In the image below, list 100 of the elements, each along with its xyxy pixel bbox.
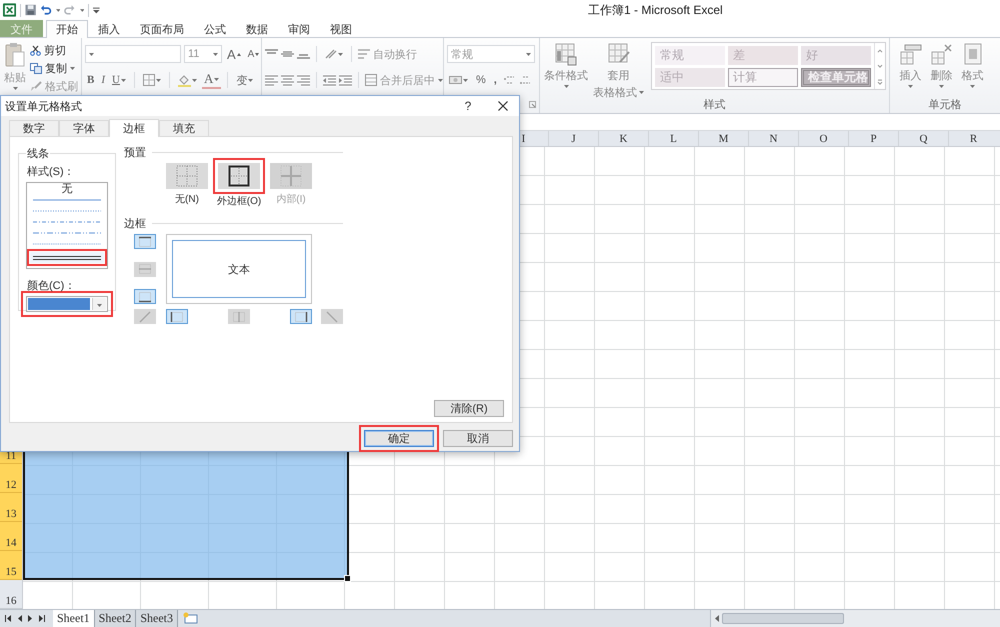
percent-button[interactable]: % (474, 71, 488, 89)
caret-icon (192, 78, 197, 82)
dash-dot-line-icon (33, 232, 101, 234)
row-header[interactable]: 14 (0, 522, 22, 551)
phonetic-button[interactable]: 变 (234, 71, 256, 89)
line-color-dropdown[interactable] (26, 296, 108, 312)
bottom-border-icon (137, 290, 153, 302)
border-toggle-button[interactable] (290, 309, 312, 324)
dialog-tab[interactable]: 字体 (59, 120, 109, 136)
column-header[interactable]: O (798, 131, 848, 146)
row-header[interactable]: 15 (0, 551, 22, 580)
section-label: 预置 (124, 146, 146, 160)
column-header[interactable]: K (598, 131, 648, 146)
undo-icon[interactable] (40, 4, 52, 16)
font-name-field[interactable] (85, 45, 181, 63)
copy-button[interactable]: 复制 (30, 60, 78, 77)
redo-icon[interactable] (64, 4, 76, 16)
save-icon[interactable] (25, 4, 36, 16)
caret-icon (639, 91, 644, 94)
group-label: 样式 (704, 98, 726, 112)
merge-cells-icon (365, 74, 377, 86)
help-button[interactable]: ? (459, 99, 477, 113)
ribbon-tab[interactable]: 插入 (88, 20, 130, 37)
caret-icon (120, 78, 126, 82)
sheet-tab[interactable]: Sheet2 (94, 610, 136, 627)
comma-button[interactable]: , (492, 71, 499, 89)
decrease-indent-icon[interactable] (323, 74, 336, 86)
border-preview[interactable]: 文本 (166, 234, 312, 304)
dialog-launcher-icon[interactable] (529, 101, 536, 108)
table-highlight-icon (554, 42, 578, 66)
column-header[interactable]: Q (898, 131, 948, 146)
last-sheet-icon[interactable] (39, 615, 45, 622)
column-header[interactable]: N (748, 131, 798, 146)
banknote-icon (449, 74, 462, 86)
sheet-tab[interactable]: Sheet1 (53, 610, 95, 627)
column-header[interactable]: J (548, 131, 598, 146)
dialog-tab[interactable]: 数字 (9, 120, 59, 136)
copy-icon (30, 63, 42, 74)
cancel-button[interactable]: 取消 (443, 430, 513, 447)
ok-button[interactable]: 确定 (364, 430, 434, 447)
increase-decimal-icon[interactable] (502, 74, 515, 86)
column-header[interactable]: L (648, 131, 698, 146)
row-header[interactable]: 13 (0, 493, 22, 522)
ribbon-tab[interactable]: 页面布局 (130, 20, 194, 37)
shrink-font-button[interactable]: A (246, 45, 262, 63)
caret-icon (70, 67, 75, 70)
line-style-list[interactable]: 无 (26, 182, 108, 269)
align-left-icon[interactable] (265, 74, 278, 86)
ribbon-tab[interactable]: 视图 (320, 20, 362, 37)
cut-button[interactable]: 剪切 (30, 42, 78, 59)
column-header[interactable]: R (948, 131, 998, 146)
bold-button[interactable]: B (85, 71, 96, 89)
outline-border-icon (218, 163, 260, 189)
underline-button[interactable]: U (110, 71, 128, 89)
decrease-decimal-icon[interactable] (518, 74, 531, 86)
group-label: 线条 (26, 147, 50, 161)
caret-icon (463, 78, 468, 82)
align-center-icon[interactable] (281, 74, 294, 86)
brush-icon (30, 81, 42, 92)
insert-sheet-icon[interactable] (182, 612, 198, 624)
horizontal-scrollbar[interactable] (710, 610, 1000, 627)
align-right-icon[interactable] (297, 74, 310, 86)
grow-font-button[interactable]: A (225, 45, 243, 63)
preset-button[interactable]: 无(N) (161, 163, 213, 208)
customize-icon[interactable] (93, 6, 100, 14)
first-sheet-icon[interactable] (5, 615, 11, 622)
border-toggle-button[interactable] (134, 289, 156, 304)
ribbon-tab[interactable]: 公式 (194, 20, 236, 37)
inside-border-icon (270, 163, 312, 189)
line-style-option[interactable] (30, 252, 104, 263)
column-header[interactable]: M (698, 131, 748, 146)
right-border-icon (293, 310, 309, 322)
dialog-tab[interactable]: 填充 (159, 120, 209, 136)
sheet-tab[interactable]: Sheet3 (136, 610, 178, 627)
column-header[interactable]: P (848, 131, 898, 146)
font-color-button[interactable]: A (202, 71, 222, 89)
clear-button[interactable]: 清除(R) (434, 400, 504, 417)
dotted-line-icon (33, 242, 101, 244)
fill-handle[interactable] (344, 575, 351, 582)
caret-icon (564, 85, 568, 88)
previous-sheet-icon[interactable] (17, 615, 22, 622)
ribbon-tab[interactable]: 数据 (236, 20, 278, 37)
increase-indent-icon[interactable] (339, 74, 352, 86)
border-toggle-button[interactable] (134, 234, 156, 249)
top-border-icon (137, 236, 153, 248)
scroll-left-icon[interactable] (714, 615, 719, 622)
dialog-tab[interactable]: 边框 (109, 119, 159, 137)
italic-button[interactable]: I (99, 71, 108, 89)
preview-text: 文本 (228, 262, 250, 276)
double-line-icon (33, 254, 101, 260)
line-style-option[interactable]: 无 (27, 183, 107, 194)
borders-button[interactable] (140, 71, 163, 89)
next-sheet-icon[interactable] (28, 615, 33, 622)
row-header[interactable]: 12 (0, 464, 22, 493)
down-triangle-icon (255, 52, 260, 56)
ribbon-tab[interactable]: 审阅 (278, 20, 320, 37)
align-middle-icon[interactable] (281, 49, 294, 59)
border-toggle-button[interactable] (166, 309, 188, 324)
preset-button[interactable]: 外边框(O) (213, 163, 265, 208)
ribbon-tab[interactable]: 开始 (46, 20, 88, 38)
